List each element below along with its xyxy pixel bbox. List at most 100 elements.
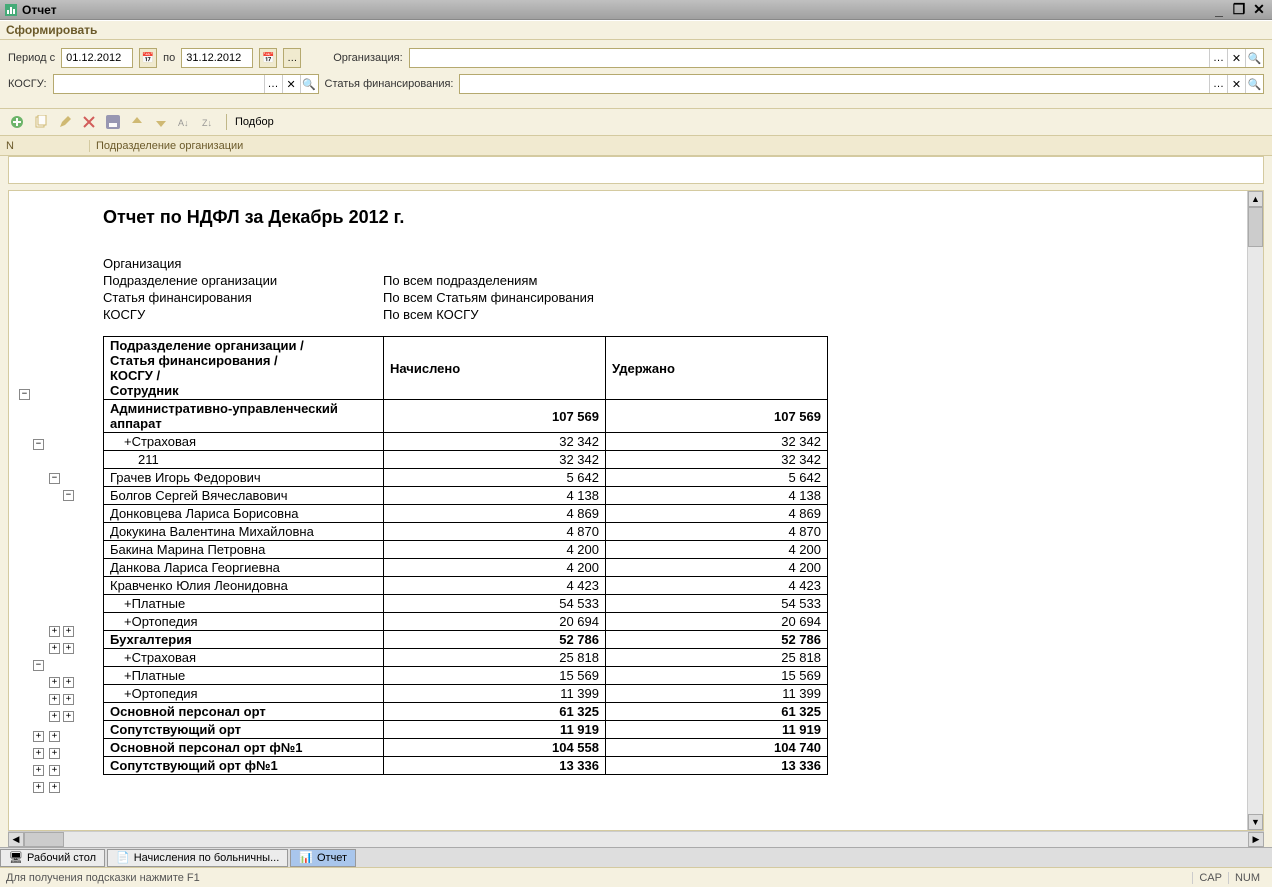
expand-icon[interactable]: + — [33, 782, 44, 793]
vertical-scrollbar[interactable]: ▲ ▼ — [1247, 191, 1263, 830]
list-col-dept[interactable]: Подразделение организации — [90, 140, 249, 152]
funding-search-icon[interactable]: 🔍 — [1245, 75, 1263, 93]
minimize-button[interactable]: _ — [1210, 2, 1228, 18]
calendar-from-icon[interactable]: 📅 — [139, 48, 157, 68]
collapse-icon[interactable]: − — [33, 439, 44, 450]
collapse-icon[interactable]: − — [19, 389, 30, 400]
row-withheld: 15 569 — [606, 667, 828, 685]
tab-sick-accruals[interactable]: 📄 Начисления по больничны... — [107, 849, 288, 867]
scroll-right-icon[interactable]: ▶ — [1248, 832, 1264, 847]
org-select-button[interactable]: … — [1209, 49, 1227, 67]
table-row: Кравченко Юлия Леонидовна4 4234 423 — [104, 577, 828, 595]
row-label: Сопутствующий орт — [104, 721, 384, 739]
funding-clear-button[interactable]: ✕ — [1227, 75, 1245, 93]
kosgu-label: КОСГУ: — [8, 78, 47, 90]
calendar-to-icon[interactable]: 📅 — [259, 48, 277, 68]
edit-icon[interactable] — [56, 113, 74, 131]
row-label: Административно-управленческий аппарат — [104, 400, 384, 433]
maximize-button[interactable]: ❐ — [1230, 2, 1248, 18]
row-accrued: 104 558 — [384, 739, 606, 757]
list-body[interactable] — [8, 156, 1264, 184]
expand-icon[interactable]: + — [49, 626, 60, 637]
period-from-input[interactable] — [61, 48, 133, 68]
toolbar: A↓ Z↓ Подбор — [0, 108, 1272, 136]
kosgu-search-icon[interactable]: 🔍 — [300, 75, 318, 93]
table-row: Сопутствующий орт ф№113 33613 336 — [104, 757, 828, 775]
copy-icon[interactable] — [32, 113, 50, 131]
row-withheld: 20 694 — [606, 613, 828, 631]
table-row: Данкова Лариса Георгиевна4 2004 200 — [104, 559, 828, 577]
status-num: NUM — [1228, 872, 1266, 884]
expand-icon[interactable]: + — [49, 711, 60, 722]
document-icon: 📄 — [116, 851, 130, 864]
row-accrued: 107 569 — [384, 400, 606, 433]
add-icon[interactable] — [8, 113, 26, 131]
expand-icon[interactable]: + — [63, 677, 74, 688]
sort-asc-icon[interactable]: A↓ — [176, 113, 194, 131]
row-accrued: 11 919 — [384, 721, 606, 739]
report-info: Организация Подразделение организации По… — [103, 256, 1247, 322]
row-withheld: 13 336 — [606, 757, 828, 775]
row-withheld: 4 869 — [606, 505, 828, 523]
kosgu-input[interactable]: … ✕ 🔍 — [53, 74, 319, 94]
tab-desktop[interactable]: 🖥 Рабочий стол — [0, 849, 105, 867]
expand-icon[interactable]: + — [33, 748, 44, 759]
expand-icon[interactable]: + — [63, 643, 74, 654]
period-to-input[interactable] — [181, 48, 253, 68]
table-row: Грачев Игорь Федорович5 6425 642 — [104, 469, 828, 487]
save-icon[interactable] — [104, 113, 122, 131]
scroll-up-icon[interactable]: ▲ — [1248, 191, 1263, 207]
org-input[interactable]: … ✕ 🔍 — [409, 48, 1264, 68]
expand-icon[interactable]: + — [49, 782, 60, 793]
org-search-icon[interactable]: 🔍 — [1245, 49, 1263, 67]
expand-icon[interactable]: + — [33, 731, 44, 742]
funding-select-button[interactable]: … — [1209, 75, 1227, 93]
row-label: +Ортопедия — [104, 685, 384, 703]
expand-icon[interactable]: + — [63, 694, 74, 705]
info-dept-label: Подразделение организации — [103, 273, 383, 288]
row-accrued: 4 869 — [384, 505, 606, 523]
expand-icon[interactable]: + — [33, 765, 44, 776]
row-label: +Платные — [104, 595, 384, 613]
col-withheld: Удержано — [606, 337, 828, 400]
expand-icon[interactable]: + — [49, 731, 60, 742]
kosgu-clear-button[interactable]: ✕ — [282, 75, 300, 93]
delete-icon[interactable] — [80, 113, 98, 131]
move-down-icon[interactable] — [152, 113, 170, 131]
collapse-icon[interactable]: − — [63, 490, 74, 501]
svg-text:Z↓: Z↓ — [202, 118, 212, 128]
scroll-thumb-v[interactable] — [1248, 207, 1263, 247]
list-header: N Подразделение организации — [0, 136, 1272, 156]
scroll-down-icon[interactable]: ▼ — [1248, 814, 1263, 830]
info-kosgu-label: КОСГУ — [103, 307, 383, 322]
expand-icon[interactable]: + — [49, 677, 60, 688]
move-up-icon[interactable] — [128, 113, 146, 131]
row-accrued: 4 870 — [384, 523, 606, 541]
selection-button[interactable]: Подбор — [235, 116, 274, 128]
period-from-label: Период с — [8, 52, 55, 64]
expand-icon[interactable]: + — [49, 694, 60, 705]
period-more-button[interactable]: … — [283, 48, 301, 68]
sort-desc-icon[interactable]: Z↓ — [200, 113, 218, 131]
scroll-left-icon[interactable]: ◀ — [8, 832, 24, 847]
funding-input[interactable]: … ✕ 🔍 — [459, 74, 1264, 94]
svg-text:A↓: A↓ — [178, 118, 189, 128]
expand-icon[interactable]: + — [49, 748, 60, 759]
expand-icon[interactable]: + — [49, 765, 60, 776]
close-button[interactable]: ✕ — [1250, 2, 1268, 18]
list-col-n[interactable]: N — [0, 140, 90, 152]
table-row: +Ортопедия11 39911 399 — [104, 685, 828, 703]
kosgu-select-button[interactable]: … — [264, 75, 282, 93]
funding-label: Статья финансирования: — [325, 78, 454, 90]
collapse-icon[interactable]: − — [33, 660, 44, 671]
scroll-thumb-h[interactable] — [24, 832, 64, 847]
expand-icon[interactable]: + — [63, 711, 74, 722]
row-accrued: 4 423 — [384, 577, 606, 595]
tab-report[interactable]: 📊 Отчет — [290, 849, 356, 867]
collapse-icon[interactable]: − — [49, 473, 60, 484]
generate-button[interactable]: Сформировать — [6, 23, 97, 37]
horizontal-scrollbar[interactable]: ◀ ▶ — [8, 831, 1264, 847]
org-clear-button[interactable]: ✕ — [1227, 49, 1245, 67]
expand-icon[interactable]: + — [63, 626, 74, 637]
expand-icon[interactable]: + — [49, 643, 60, 654]
